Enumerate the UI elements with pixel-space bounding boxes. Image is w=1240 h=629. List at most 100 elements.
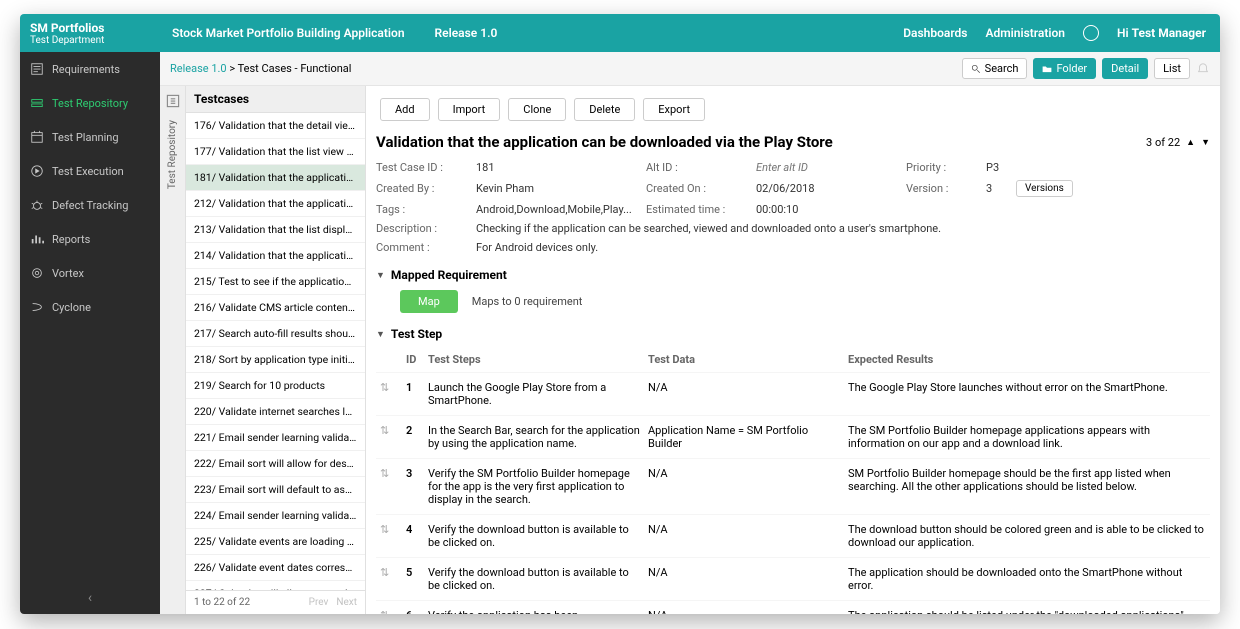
step-expected: The application should be downloaded ont… — [844, 558, 1210, 601]
testcase-row[interactable]: 222/ Email sort will allow for descen... — [186, 451, 365, 477]
step-text: Verify the download button is available … — [424, 558, 644, 601]
breadcrumb-current: Test Cases - Functional — [238, 62, 352, 75]
sidebar-item-test-repository[interactable]: Test Repository — [20, 86, 160, 120]
detail-pane: Add Import Clone Delete Export Validatio… — [366, 86, 1220, 614]
execution-icon — [30, 164, 44, 178]
test-step-row[interactable]: ⇅ 4Verify the download button is availabl… — [376, 515, 1210, 558]
app-name: Stock Market Portfolio Building Applicat… — [160, 26, 417, 40]
test-step-row[interactable]: ⇅1Launch the Google Play Store from a Sm… — [376, 373, 1210, 416]
testcase-row[interactable]: 225/ Validate events are loading to t... — [186, 529, 365, 555]
label-tags: Tags : — [376, 203, 466, 216]
step-data: N/A — [644, 558, 844, 601]
map-count-text: Maps to 0 requirement — [472, 295, 583, 308]
import-button[interactable]: Import — [438, 98, 501, 121]
versions-button[interactable]: Versions — [1016, 180, 1073, 197]
sidebar: Requirements Test Repository Test Planni… — [20, 52, 160, 614]
testcase-row[interactable]: 177/ Validation that the list view tra..… — [186, 139, 365, 165]
planning-icon — [30, 130, 44, 144]
nav-dashboards[interactable]: Dashboards — [903, 26, 967, 40]
breadcrumb: Release 1.0 > Test Cases - Functional — [170, 62, 351, 75]
folder-icon — [1042, 64, 1052, 74]
testcase-row[interactable]: 214/ Validation that the application ... — [186, 243, 365, 269]
drag-handle-icon[interactable]: ⇅ — [380, 381, 389, 394]
prev-record-icon[interactable]: ▲ — [1186, 137, 1195, 148]
prev-button[interactable]: Prev — [309, 597, 329, 608]
sidebar-item-defect-tracking[interactable]: Defect Tracking — [20, 188, 160, 222]
testcase-list-count: 1 to 22 of 22 — [194, 597, 250, 608]
map-button[interactable]: Map — [400, 290, 458, 313]
bell-icon[interactable] — [1196, 62, 1210, 76]
label-priority: Priority : — [906, 161, 976, 174]
step-id: 4 — [402, 515, 424, 558]
value-createdby: Kevin Pham — [476, 182, 636, 195]
step-id: 6 — [402, 601, 424, 615]
testcase-row[interactable]: 220/ Validate internet searches load ... — [186, 399, 365, 425]
value-esttime: 00:00:10 — [756, 203, 896, 216]
testcase-row[interactable]: 218/ Sort by application type initiall..… — [186, 347, 365, 373]
value-version: 3 — [986, 182, 1006, 195]
sidebar-item-test-planning[interactable]: Test Planning — [20, 120, 160, 154]
caret-icon[interactable]: ▼ — [376, 270, 385, 281]
step-text: Verify the application has been download… — [424, 601, 644, 615]
drag-handle-icon[interactable]: ⇅ — [380, 523, 389, 536]
drag-handle-icon[interactable]: ⇅ — [380, 566, 389, 579]
step-expected: The Google Play Store launches without e… — [844, 373, 1210, 416]
clone-button[interactable]: Clone — [508, 98, 566, 121]
value-priority: P3 — [986, 161, 1006, 174]
test-step-row[interactable]: ⇅3Verify the SM Portfolio Builder homepa… — [376, 459, 1210, 515]
sidebar-item-requirements[interactable]: Requirements — [20, 52, 160, 86]
vertical-tab[interactable]: Test Repository — [160, 86, 186, 614]
list-view-button[interactable]: List — [1154, 58, 1190, 79]
testcase-row[interactable]: 212/ Validation that the application i..… — [186, 191, 365, 217]
breadcrumb-release[interactable]: Release 1.0 — [170, 62, 227, 75]
testcase-row[interactable]: 215/ Test to see if the application is a… — [186, 269, 365, 295]
bug-icon — [30, 198, 44, 212]
add-button[interactable]: Add — [380, 98, 430, 121]
sidebar-item-cyclone[interactable]: Cyclone — [20, 290, 160, 324]
nav-administration[interactable]: Administration — [985, 26, 1065, 40]
greeting: Hi Test Manager — [1117, 26, 1206, 40]
sidebar-collapse-icon[interactable]: ‹ — [20, 582, 160, 614]
release-label[interactable]: Release 1.0 — [417, 26, 516, 40]
testcase-row[interactable]: 226/ Validate event dates correspon... — [186, 555, 365, 581]
test-step-row[interactable]: ⇅2In the Search Bar, search for the appl… — [376, 416, 1210, 459]
test-step-row[interactable]: ⇅5Verify the download button is availabl… — [376, 558, 1210, 601]
vertical-tab-label: Test Repository — [165, 110, 180, 199]
export-button[interactable]: Export — [643, 98, 705, 121]
repository-icon — [30, 96, 44, 110]
drag-handle-icon[interactable]: ⇅ — [380, 609, 389, 614]
drag-handle-icon[interactable]: ⇅ — [380, 424, 389, 437]
topbar: SM Portfolios Test Department Stock Mark… — [20, 14, 1220, 52]
step-text: Launch the Google Play Store from a Smar… — [424, 373, 644, 416]
label-tcid: Test Case ID : — [376, 161, 466, 174]
altid-input[interactable] — [756, 161, 856, 174]
next-button[interactable]: Next — [336, 597, 357, 608]
sidebar-item-reports[interactable]: Reports — [20, 222, 160, 256]
folder-button[interactable]: Folder — [1033, 58, 1096, 79]
testcase-list-header: Testcases — [186, 86, 365, 113]
step-data: N/A — [644, 601, 844, 615]
testcase-row[interactable]: 224/ Email sender learning validatio... — [186, 503, 365, 529]
testcase-row[interactable]: 221/ Email sender learning validatio... — [186, 425, 365, 451]
sidebar-item-test-execution[interactable]: Test Execution — [20, 154, 160, 188]
testcase-row[interactable]: 227/ Calendar will allow you to click ..… — [186, 581, 365, 590]
next-record-icon[interactable]: ▼ — [1201, 137, 1210, 148]
drag-handle-icon[interactable]: ⇅ — [380, 467, 389, 480]
user-avatar-icon[interactable] — [1083, 25, 1099, 41]
testcase-row[interactable]: 219/ Search for 10 products — [186, 373, 365, 399]
breadcrumb-bar: Release 1.0 > Test Cases - Functional Se… — [160, 52, 1220, 86]
testcase-row[interactable]: 216/ Validate CMS article content is ... — [186, 295, 365, 321]
testcase-title: Validation that the application can be d… — [376, 133, 833, 151]
search-button[interactable]: Search — [962, 58, 1028, 79]
testcase-row[interactable]: 176/ Validation that the detail view i..… — [186, 113, 365, 139]
testcase-row[interactable]: 223/ Email sort will default to ascen... — [186, 477, 365, 503]
test-step-row[interactable]: ⇅ 6Verify the application has been downlo… — [376, 601, 1210, 615]
caret-icon[interactable]: ▼ — [376, 329, 385, 340]
sidebar-item-vortex[interactable]: Vortex — [20, 256, 160, 290]
delete-button[interactable]: Delete — [574, 98, 635, 121]
detail-view-button[interactable]: Detail — [1102, 58, 1148, 79]
testcase-row[interactable]: 181/ Validation that the application... — [186, 165, 365, 191]
testcase-row[interactable]: 217/ Search auto-fill results should s..… — [186, 321, 365, 347]
step-text: Verify the download button is available … — [424, 515, 644, 558]
testcase-row[interactable]: 213/ Validation that the list displays .… — [186, 217, 365, 243]
